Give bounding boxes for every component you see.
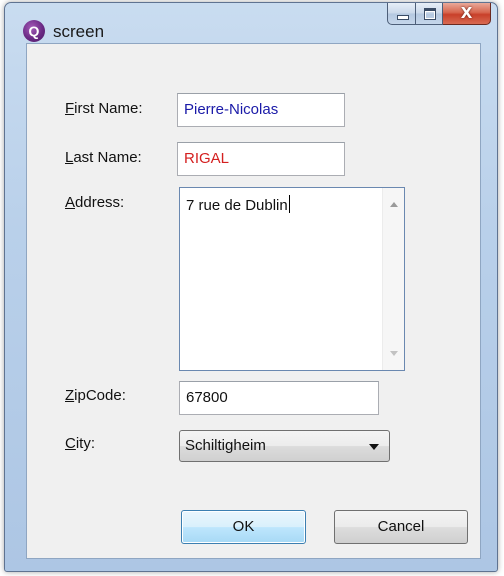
first-name-label-text: irst Name: (74, 100, 143, 117)
address-label-text: ddress: (75, 194, 125, 211)
window-title: screen (53, 22, 105, 41)
app-icon: Q (23, 20, 45, 42)
first-name-label: First Name: (65, 100, 143, 117)
close-button[interactable]: X (443, 3, 491, 25)
close-icon: X (460, 4, 473, 22)
zipcode-field[interactable]: 67800 (179, 381, 379, 415)
cancel-button[interactable]: Cancel (334, 510, 468, 544)
caption-buttons: X (387, 3, 491, 25)
ok-button[interactable]: OK (181, 510, 306, 544)
address-text: 7 rue de Dublin (186, 195, 290, 214)
city-value: Schiltigheim (185, 437, 266, 454)
last-name-field[interactable]: RIGAL (177, 142, 345, 176)
first-name-accel: F (65, 100, 75, 117)
dialog-client-area: First Name: Pierre-Nicolas Last Name: RI… (26, 43, 481, 559)
scroll-down-icon[interactable] (390, 351, 398, 356)
scroll-up-icon[interactable] (390, 202, 398, 207)
zipcode-accel: Z (65, 387, 75, 404)
address-scrollbar[interactable] (382, 188, 404, 370)
zipcode-label-text: ipCode: (74, 387, 126, 404)
address-textarea[interactable]: 7 rue de Dublin (179, 187, 405, 371)
chevron-down-icon[interactable] (369, 444, 379, 450)
dialog-window: Q screen X First Name: Pierre-Nicolas La… (4, 2, 498, 572)
city-accel: C (65, 435, 76, 452)
zipcode-label: ZipCode: (65, 387, 126, 404)
address-accel: A (65, 194, 76, 211)
maximize-button[interactable] (416, 3, 443, 25)
address-value: 7 rue de Dublin (186, 197, 288, 214)
text-caret (288, 195, 290, 213)
title-bar[interactable]: Q screen X (5, 3, 497, 42)
last-name-label: Last Name: (65, 149, 142, 166)
first-name-field[interactable]: Pierre-Nicolas (177, 93, 345, 127)
city-label: City: (65, 435, 95, 452)
last-name-label-text: ast Name: (73, 149, 142, 166)
city-label-text: ity: (75, 435, 96, 452)
minimize-button[interactable] (387, 3, 416, 25)
city-combobox[interactable]: Schiltigheim (179, 430, 390, 462)
address-label: Address: (65, 194, 124, 211)
